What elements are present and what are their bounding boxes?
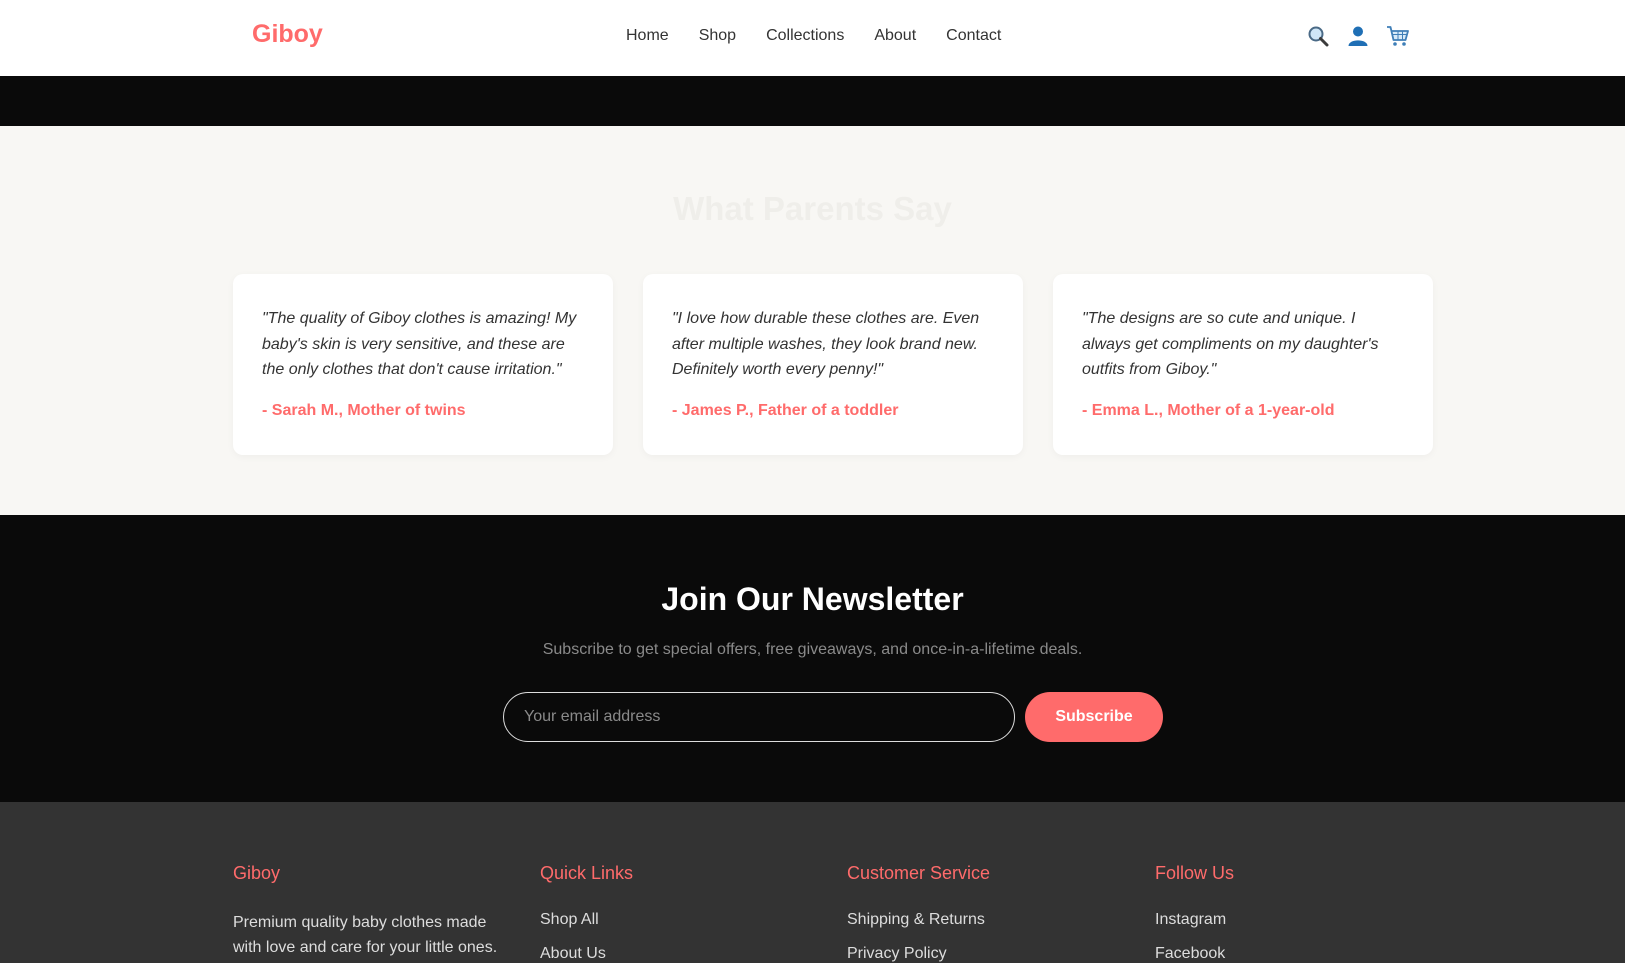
site-header: Giboy Home Shop Collections About Contac…: [0, 0, 1625, 76]
hero-strip: [0, 76, 1625, 126]
brand-logo[interactable]: Giboy: [252, 20, 323, 49]
footer-customer-service-heading: Customer Service: [847, 863, 991, 883]
site-footer: Giboy Premium quality baby clothes made …: [0, 802, 1625, 963]
footer-link-privacy-policy[interactable]: Privacy Policy: [847, 945, 947, 962]
testimonial-card: "The designs are so cute and unique. I a…: [1053, 274, 1433, 455]
newsletter-subtitle: Subscribe to get special offers, free gi…: [542, 641, 1083, 658]
footer-follow-us: Follow Us Instagram Facebook: [1155, 863, 1435, 978]
footer-brand-heading: Giboy: [233, 863, 281, 883]
footer-about-text: Premium quality baby clothes made with l…: [233, 914, 498, 956]
footer-follow-us-heading: Follow Us: [1155, 863, 1235, 883]
footer-link-item: Shop All: [540, 910, 820, 929]
footer-quick-links: Quick Links Shop All About Us: [540, 863, 820, 978]
newsletter-title: Join Our Newsletter: [661, 581, 964, 617]
footer-quick-links-heading: Quick Links: [540, 863, 634, 883]
footer-link-shipping-returns[interactable]: Shipping & Returns: [847, 911, 985, 928]
footer-link-item: Facebook: [1155, 944, 1435, 963]
testimonial-quote: "I love how durable these clothes are. E…: [672, 310, 980, 378]
nav-contact[interactable]: Contact: [946, 27, 1001, 45]
nav-home[interactable]: Home: [626, 27, 669, 45]
footer-link-facebook[interactable]: Facebook: [1155, 945, 1225, 962]
testimonial-author: - Emma L., Mother of a 1-year-old: [1082, 401, 1335, 419]
cart-icon[interactable]: [1386, 22, 1410, 50]
search-icon[interactable]: [1306, 22, 1330, 50]
testimonial-author: - James P., Father of a toddler: [672, 401, 899, 419]
footer-link-item: Privacy Policy: [847, 944, 1127, 963]
footer-link-shop-all[interactable]: Shop All: [540, 911, 599, 928]
nav-shop[interactable]: Shop: [699, 27, 736, 45]
testimonial-author: - Sarah M., Mother of twins: [262, 401, 466, 419]
testimonial-quote: "The quality of Giboy clothes is amazing…: [262, 310, 577, 378]
footer-link-about-us[interactable]: About Us: [540, 945, 606, 962]
email-input[interactable]: [503, 692, 1015, 742]
footer-link-item: Instagram: [1155, 910, 1435, 929]
footer-customer-service: Customer Service Shipping & Returns Priv…: [847, 863, 1127, 978]
testimonial-card: "I love how durable these clothes are. E…: [643, 274, 1023, 455]
testimonial-cards: "The quality of Giboy clothes is amazing…: [233, 274, 1433, 455]
nav-about[interactable]: About: [874, 27, 916, 45]
user-icon[interactable]: [1346, 22, 1370, 50]
testimonial-quote: "The designs are so cute and unique. I a…: [1082, 310, 1379, 378]
subscribe-button[interactable]: Subscribe: [1025, 692, 1163, 742]
footer-link-instagram[interactable]: Instagram: [1155, 911, 1226, 928]
testimonials-title: What Parents Say: [673, 190, 952, 227]
newsletter-form: Subscribe: [503, 692, 1163, 742]
testimonials-section: What Parents Say "The quality of Giboy c…: [0, 126, 1625, 515]
testimonial-card: "The quality of Giboy clothes is amazing…: [233, 274, 613, 455]
header-icons: [1306, 22, 1410, 50]
footer-about: Giboy Premium quality baby clothes made …: [233, 863, 513, 960]
footer-link-item: Shipping & Returns: [847, 910, 1127, 929]
main-nav: Home Shop Collections About Contact: [626, 27, 1001, 45]
newsletter-section: Join Our Newsletter Subscribe to get spe…: [0, 515, 1625, 802]
nav-collections[interactable]: Collections: [766, 27, 844, 45]
footer-link-item: About Us: [540, 944, 820, 963]
